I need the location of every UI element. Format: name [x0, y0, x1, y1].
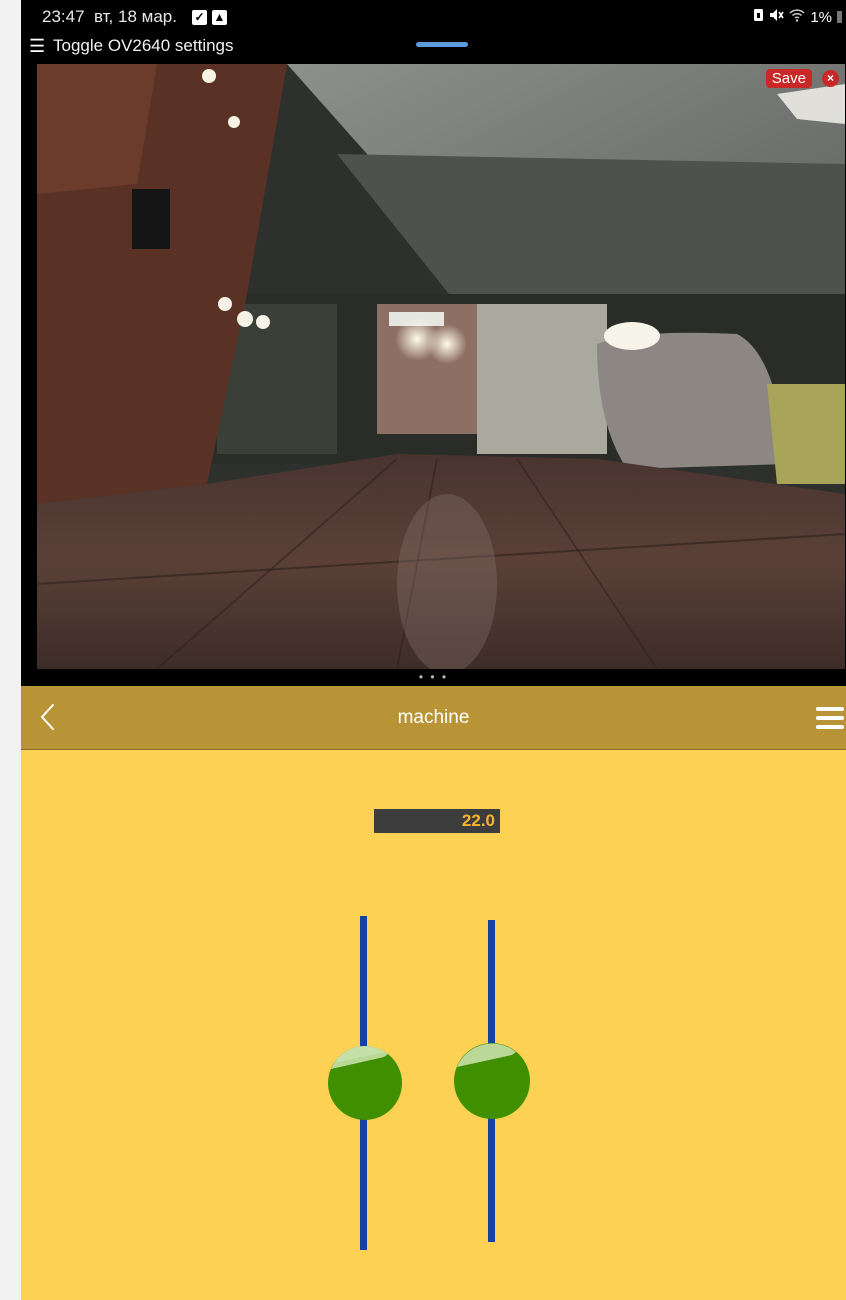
- camera-image: [37, 64, 845, 669]
- right-slider-knob[interactable]: [454, 1043, 530, 1119]
- toggle-settings-title[interactable]: Toggle OV2640 settings: [53, 36, 234, 56]
- image-notification-icon: ▲: [212, 10, 227, 25]
- left-slider-knob[interactable]: [328, 1046, 402, 1120]
- status-icons: 1%: [753, 8, 842, 26]
- status-time-date: 23:47 вт, 18 мар.: [42, 7, 177, 27]
- app-title: machine: [397, 707, 470, 728]
- drag-handle[interactable]: [416, 42, 468, 47]
- status-bar: 23:47 вт, 18 мар. ✓ ▲ 1%: [21, 0, 846, 34]
- status-time: 23:47: [42, 7, 85, 26]
- checkbox-notification-icon: ✓: [192, 10, 207, 25]
- value-display: 22.0: [374, 809, 500, 833]
- mute-icon: [769, 8, 784, 26]
- control-panel: 22.0: [21, 750, 846, 1300]
- status-date: вт, 18 мар.: [94, 7, 177, 26]
- battery-percent: 1%: [810, 8, 832, 26]
- close-icon[interactable]: ×: [822, 70, 839, 87]
- settings-bar[interactable]: ☰ Toggle OV2640 settings: [21, 34, 846, 60]
- battery-icon: [837, 11, 842, 23]
- phone-screen: 23:47 вт, 18 мар. ✓ ▲ 1% ☰ Toggle OV2640…: [21, 0, 846, 1300]
- save-button[interactable]: Save: [765, 69, 812, 88]
- wifi-icon: [789, 8, 805, 26]
- app-bar: machine: [21, 686, 846, 750]
- battery-saver-icon: [753, 8, 764, 26]
- camera-stream: Save ×: [37, 64, 845, 669]
- menu-icon[interactable]: ☰: [29, 35, 45, 57]
- split-handle[interactable]: • • •: [21, 671, 846, 683]
- hamburger-menu-icon[interactable]: [816, 707, 844, 729]
